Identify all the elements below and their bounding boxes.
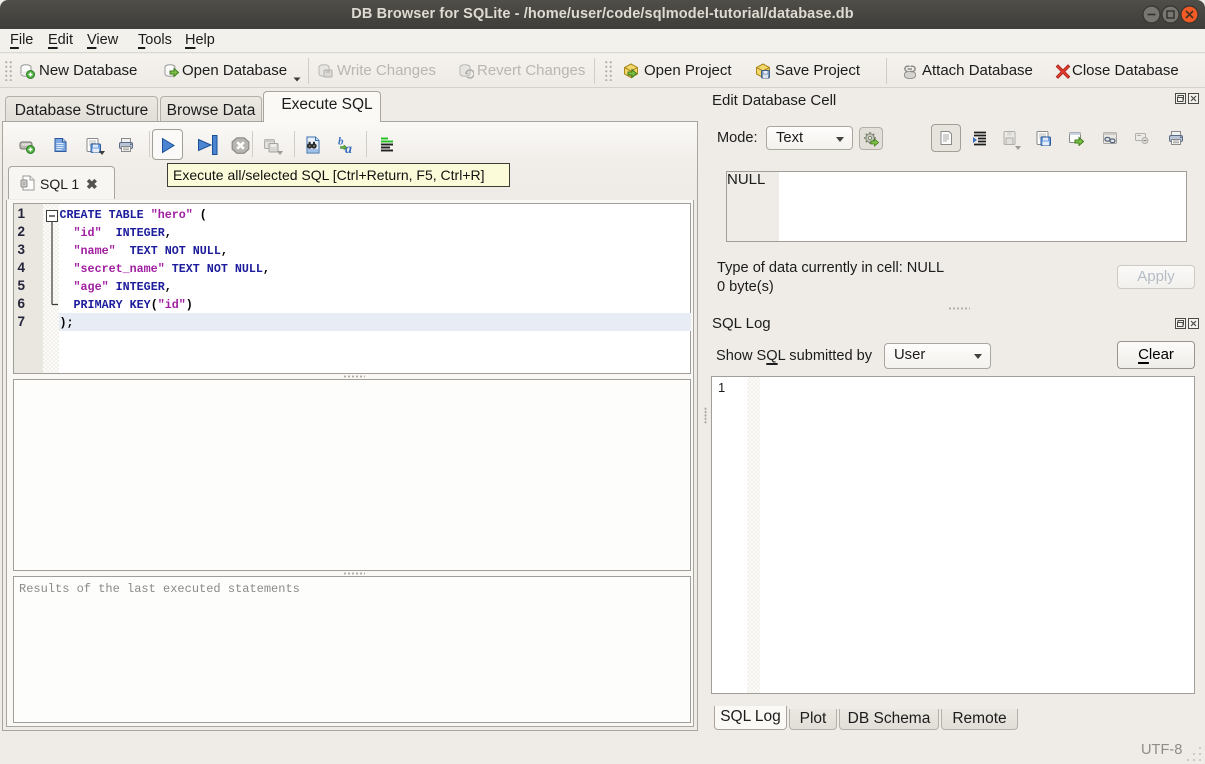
svg-text:a: a xyxy=(345,142,352,155)
svg-text:b: b xyxy=(338,136,344,148)
